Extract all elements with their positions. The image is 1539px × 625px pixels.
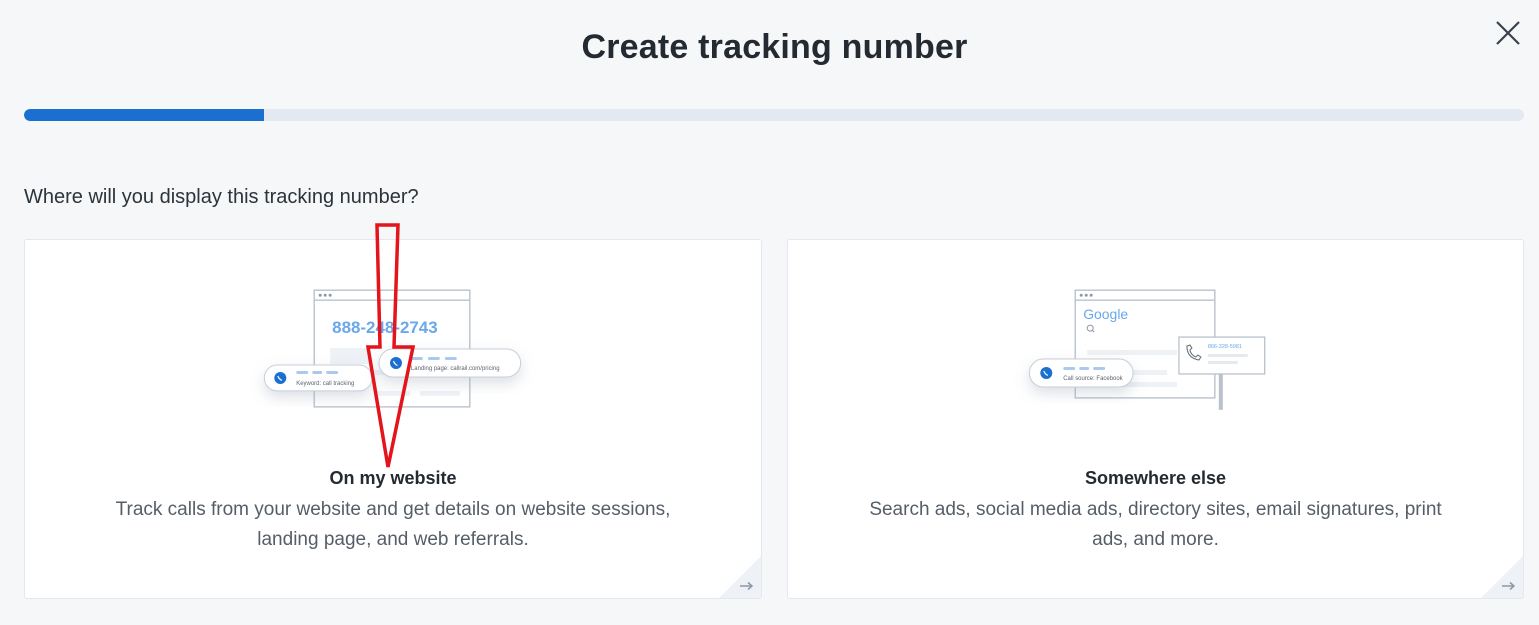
progress-fill [24, 109, 264, 121]
illus-phone-number: 888-248-2743 [332, 318, 437, 337]
elsewhere-illustration: Google 866-328-5981 Call source: Faceboo… [1028, 289, 1266, 410]
option-card-elsewhere[interactable]: Google 866-328-5981 Call source: Faceboo… [787, 239, 1524, 599]
illus-chip-landing: Landing page: callrail.com/pricing [411, 366, 500, 372]
illus-sign-number: 866-328-5981 [1208, 344, 1242, 350]
option-card-website[interactable]: 888-248-2743 Keyword: call tracking Land… [24, 239, 762, 599]
illus-chip-source: Call source: Facebook [1063, 376, 1122, 382]
option-description: Search ads, social media ads, directory … [869, 499, 1442, 550]
option-description: Track calls from your website and get de… [115, 499, 671, 550]
illus-chip-keyword: Keyword: call tracking [296, 381, 354, 387]
arrow-right-icon [1481, 556, 1523, 598]
question-label: Where will you display this tracking num… [24, 186, 419, 208]
illus-brand: Google [1083, 306, 1128, 322]
website-illustration: 888-248-2743 Keyword: call tracking Land… [263, 289, 522, 408]
option-title: Somewhere else [1084, 468, 1227, 488]
close-icon [1496, 21, 1520, 45]
progress-bar [24, 109, 1524, 121]
modal-title: Create tracking number [581, 28, 968, 66]
arrow-right-icon [719, 556, 761, 598]
option-title: On my website [329, 468, 457, 488]
close-button[interactable] [1492, 17, 1524, 49]
